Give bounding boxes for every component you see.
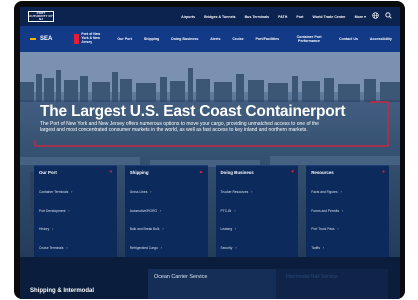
browser-viewport: PORT AUTHORITY NY NJ Airports Bridges & … (20, 7, 400, 299)
top-link-port[interactable]: Port (296, 15, 303, 19)
card-link[interactable]: Facts and Figures › (311, 183, 384, 202)
card-header[interactable]: Doing Business ♥ (216, 166, 299, 179)
card-header[interactable]: Resources ● (306, 166, 389, 179)
card-link[interactable]: Bulk and Break Bulk › (130, 220, 203, 239)
chevron-right-icon: › (150, 190, 152, 195)
chevron-right-icon: › (235, 227, 237, 232)
nav-item-alerts[interactable]: Alerts (210, 37, 220, 41)
chevron-right-icon: › (160, 208, 162, 213)
nav-item-doing-business[interactable]: Doing Business (171, 37, 198, 41)
chevron-right-icon: › (342, 208, 344, 213)
nav-item-container-performance[interactable]: Container Port Performance (291, 35, 327, 43)
main-nav: SEA Port of New York & New Jersey Our Po… (20, 26, 400, 52)
card-our-port: Our Port ➜ Container Terminals › Port Dev… (34, 165, 117, 257)
card-header[interactable]: Shipping ▲ (125, 166, 208, 179)
quick-link-cards: Our Port ➜ Container Terminals › Port Dev… (34, 165, 389, 257)
card-link[interactable]: Container Terminals › (39, 183, 112, 202)
card-link[interactable]: Leasing › (221, 220, 294, 239)
card-link[interactable]: Tariffs › (311, 239, 384, 258)
monitor-frame: PORT AUTHORITY NY NJ Airports Bridges & … (14, 1, 405, 299)
port-authority-logo[interactable]: PORT AUTHORITY NY NJ (28, 11, 54, 22)
card-links: Gross Lines › Automotive/RORO › Bulk and B… (125, 179, 208, 257)
chevron-right-icon: › (162, 227, 164, 232)
brand-text: Port of New York & New Jersey (81, 32, 101, 44)
bottom-section: Shipping & Intermodal Ocean Carrier Serv… (20, 257, 400, 299)
tab-ocean-carrier-service[interactable]: Ocean Carrier Service (148, 269, 276, 299)
dot-icon: ● (381, 169, 385, 175)
card-title: Doing Business (220, 170, 254, 175)
chevron-right-icon: › (235, 245, 237, 250)
chevron-right-icon: › (322, 245, 325, 250)
tab-label: Ocean Carrier Service (154, 274, 208, 280)
card-title: Resources (311, 170, 334, 175)
nav-item-shipping[interactable]: Shipping (144, 37, 159, 41)
chevron-right-icon: › (71, 190, 73, 195)
top-link-bus-terminals[interactable]: Bus Terminals (245, 15, 270, 19)
card-link[interactable]: Refrigerated Cargo › (130, 239, 203, 258)
chevron-right-icon: › (66, 245, 68, 250)
arrow-icon: ➜ (108, 169, 113, 175)
card-link[interactable]: Port Truck Pass › (311, 220, 384, 239)
card-links: Trucker Resources › PTC-BI › Leasing › Secu… (216, 179, 299, 257)
utility-bar: PORT AUTHORITY NY NJ Airports Bridges & … (20, 7, 400, 26)
card-title: Shipping (129, 170, 149, 175)
card-link[interactable]: History › (39, 220, 112, 239)
hero-subtitle: The Port of New York and New Jersey offe… (40, 121, 319, 134)
chevron-right-icon: › (251, 190, 253, 195)
card-link[interactable]: Automotive/RORO › (130, 202, 203, 221)
chevron-right-icon: › (52, 227, 54, 232)
nav-item-port-facilities[interactable]: Port/Facilities (256, 37, 280, 41)
heart-icon: ♥ (291, 169, 295, 175)
top-link-world-trade-center[interactable]: World Trade Center (313, 15, 346, 19)
sea-section-link[interactable]: SEA (30, 36, 52, 42)
card-links: Container Terminals › Port Development › H… (34, 179, 117, 257)
chevron-right-icon: › (234, 208, 236, 213)
utility-links: Airports Bridges & Tunnels Bus Terminals… (181, 15, 366, 19)
chevron-right-icon: › (68, 208, 70, 213)
ship-icon: ▲ (198, 169, 204, 175)
section-heading: Shipping & Intermodal (30, 288, 94, 294)
sea-label: SEA (40, 36, 53, 42)
top-link-airports[interactable]: Airports (181, 15, 195, 19)
chevron-right-icon: › (337, 227, 339, 232)
search-icon[interactable] (385, 12, 392, 21)
card-links: Facts and Figures › Forms and Permits › Po… (306, 179, 389, 257)
tab-intermodal-rail-service[interactable]: Intermodal Rail Service (276, 269, 388, 299)
card-header[interactable]: Our Port ➜ (34, 166, 117, 179)
card-link[interactable]: Security › (221, 239, 294, 258)
card-resources: Resources ● Facts and Figures › Forms and… (306, 165, 389, 257)
card-link[interactable]: Port Development › (39, 202, 112, 221)
logo-text: PORT AUTHORITY NY NJ (29, 11, 53, 21)
card-link[interactable]: Gross Lines › (130, 183, 203, 202)
hero-banner: The Largest U.S. East Coast Containerpor… (20, 52, 400, 257)
chevron-right-icon: › (340, 190, 342, 195)
globe-icon[interactable] (372, 12, 379, 21)
hero-title: The Largest U.S. East Coast Containerpor… (40, 103, 346, 120)
card-link[interactable]: Forms and Permits › (311, 202, 384, 221)
nav-item-our-port[interactable]: Our Port (117, 37, 132, 41)
card-link[interactable]: Cruise Terminals › (39, 239, 112, 258)
top-link-more[interactable]: More ▾ (355, 15, 366, 19)
card-link[interactable]: Trucker Resources › (221, 183, 294, 202)
top-link-path[interactable]: PATH (278, 15, 287, 19)
sea-accent-bar (30, 38, 36, 40)
tab-label: Intermodal Rail Service (286, 274, 338, 280)
card-shipping: Shipping ▲ Gross Lines › Automotive/RORO ›… (124, 165, 208, 257)
nav-item-contact-us[interactable]: Contact Us (339, 37, 358, 41)
card-doing-business: Doing Business ♥ Trucker Resources › PTC-… (215, 165, 299, 257)
card-link[interactable]: PTC-BI › (221, 202, 294, 221)
utility-icons (372, 12, 392, 21)
brand-mark-icon (74, 33, 80, 44)
nav-item-accessibility[interactable]: Accessibility (370, 37, 392, 41)
port-brand-logo[interactable]: Port of New York & New Jersey (74, 32, 107, 44)
nav-menu: Our Port Shipping Doing Business Alerts … (117, 35, 392, 43)
top-link-bridges-tunnels[interactable]: Bridges & Tunnels (204, 15, 235, 19)
chevron-right-icon: › (160, 245, 162, 250)
nav-item-cruise[interactable]: Cruise (232, 37, 243, 41)
card-title: Our Port (39, 170, 57, 175)
